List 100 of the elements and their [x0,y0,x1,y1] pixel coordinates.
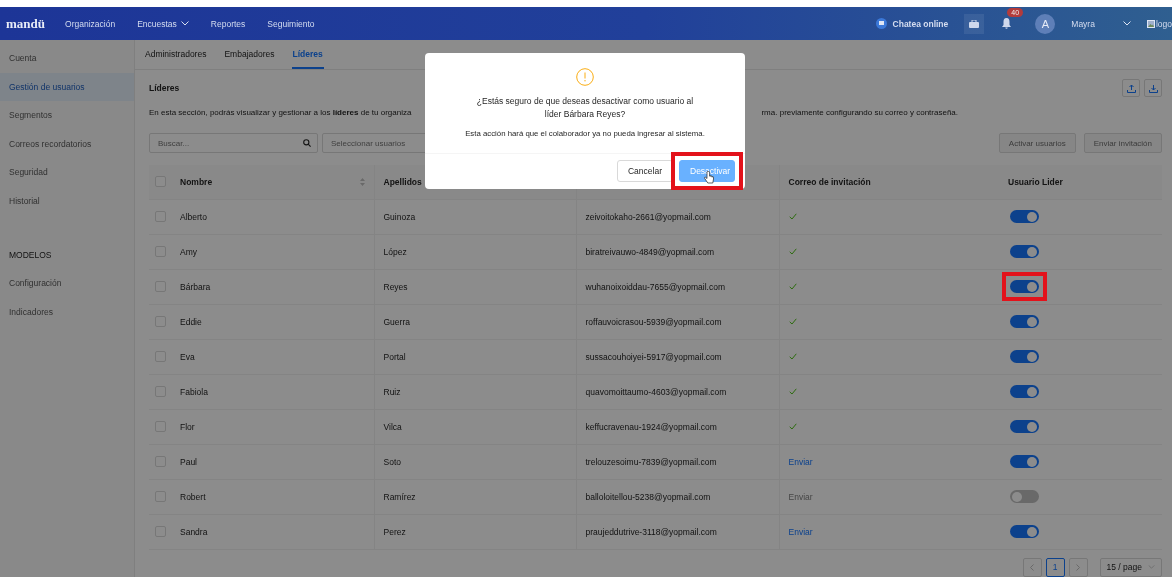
table-cell: quavomoittaumo-4603@yopmail.com [585,386,727,397]
table-cell: Guinoza [383,211,416,222]
page-button[interactable]: 1 [1045,557,1065,577]
warning-icon [576,68,594,86]
check-icon [788,423,797,430]
table-cell: Ruiz [383,386,401,397]
chevron-down-icon[interactable] [1122,21,1131,26]
sidebar-item[interactable]: Historial [0,186,134,215]
check-icon [788,283,797,290]
toggle-switch[interactable] [1010,525,1039,538]
table-cell: Paul [180,456,197,467]
bell-icon[interactable] [1002,18,1012,29]
image-alt-text: logo [1155,18,1172,29]
table-cell: Amy [180,246,197,257]
search-field[interactable]: Buscar... [149,133,318,153]
check-icon [788,248,797,255]
upload-button[interactable] [1122,79,1140,97]
table-cell: Eva [180,351,195,362]
toggle-switch[interactable] [1010,210,1039,223]
toggle-switch[interactable] [1010,455,1039,468]
search-icon [303,139,311,147]
sidebar-item[interactable]: Gestión de usuarios [0,72,134,101]
tab[interactable]: Embajadores [223,40,276,69]
section-title: Líderes [149,83,181,93]
send-link[interactable]: Enviar [788,456,813,467]
chevron-left-icon [1030,563,1035,571]
table-cell: roffauvoicrasou-5939@yopmail.com [585,316,722,327]
table-cell: Perez [383,526,406,537]
previous-page-button[interactable] [1022,557,1042,577]
sidebar-item[interactable]: Segmentos [0,101,134,130]
check-icon [788,388,797,395]
sidebar-item[interactable]: Seguridad [0,158,134,187]
sidebar-item[interactable]: Cuenta [0,44,134,73]
table-cell: Guerra [383,316,410,327]
chat-button[interactable]: Chatea online [875,18,949,29]
toggle-switch[interactable] [1010,245,1039,258]
table-cell: zeivoitokaho-2661@yopmail.com [585,211,711,222]
sidebar-item[interactable]: Configuración [0,269,134,298]
table-cell: balloloitellou-5238@yopmail.com [585,491,711,502]
toggle-switch[interactable] [1010,315,1039,328]
table-cell: Sandra [180,526,208,537]
description-text: rma. previamente configurando su correo y contraseña. [761,107,958,117]
nav-menu-item[interactable]: Seguimiento [267,18,315,29]
column-header: Usuario Lider [1008,176,1063,187]
table-cell: trelouzesoimu-7839@yopmail.com [585,456,717,467]
table-cell: Fabiola [180,386,208,397]
briefcase-icon [969,19,980,28]
table-cell: Robert [180,491,206,502]
tab[interactable]: Administradores [144,40,208,69]
sort-icon[interactable] [359,177,365,186]
table-cell: Alberto [180,211,207,222]
table-cell: praujeddutrive-3118@yopmail.com [585,526,717,537]
toggle-switch[interactable] [1010,385,1039,398]
deactivate-button[interactable]: Desactivar [679,160,735,182]
table-cell: Bárbara [180,281,211,292]
download-button[interactable] [1144,79,1162,97]
column-header[interactable]: Nombre [180,176,213,187]
toggle-switch[interactable] [1010,490,1039,503]
next-page-button[interactable] [1068,557,1088,577]
dialog-title: ¿Estás seguro de que deseas desactivar como usuario al líder Bárbara Reyes? [475,95,695,121]
table-cell: Portal [383,351,406,362]
broken-image-icon [1146,19,1155,28]
check-icon [788,213,797,220]
download-icon [1148,83,1158,93]
check-icon [788,318,797,325]
briefcase-button[interactable] [964,13,985,34]
sidebar-item[interactable]: Indicadores [0,297,134,326]
tab[interactable]: Líderes [291,40,324,69]
sidebar-item[interactable]: Correos recordatorios [0,129,134,158]
sidebar-heading: MODELOS [8,249,53,262]
toggle-switch[interactable] [1010,280,1039,293]
user-name[interactable]: Mayra [1071,18,1095,29]
table-cell: biratreivauwo-4849@yopmail.com [585,246,715,257]
chevron-right-icon [1076,563,1081,571]
table-cell: wuhanoixoiddau-7655@yopmail.com [585,281,725,292]
table-cell: López [383,246,407,257]
cancel-button[interactable]: Cancelar [616,160,673,182]
nav-menu-item[interactable]: Reportes [210,18,246,29]
column-header: Apellidos [383,176,422,187]
page-size-select[interactable]: 15 / page [1099,557,1162,577]
table-cell: keffucravenau-1924@yopmail.com [585,421,717,432]
upload-icon [1126,83,1136,93]
nav-menu-item[interactable]: Encuestas [137,18,189,29]
table-cell: sussacouhoiyei-5917@yopmail.com [585,351,722,362]
chat-icon [875,18,887,29]
table-cell: Soto [383,456,401,467]
app-logo[interactable]: mandü [6,15,46,32]
send-link[interactable]: Enviar [788,526,813,537]
check-icon [788,353,797,360]
table-cell: Ramírez [383,491,416,502]
toggle-switch[interactable] [1010,420,1039,433]
table-cell: Reyes [383,281,408,292]
table-cell: Vilca [383,421,402,432]
nav-menu-item[interactable]: Organización [65,18,116,29]
table-cell: Flor [180,421,195,432]
column-header: Correo de invitación [788,176,871,187]
description-text: En esta sección, podrás visualizar y gestionar a los líderes de tu organiza [149,107,412,117]
table-cell: Eddie [180,316,202,327]
toggle-switch[interactable] [1010,350,1039,363]
user-avatar[interactable]: A [1035,13,1056,34]
